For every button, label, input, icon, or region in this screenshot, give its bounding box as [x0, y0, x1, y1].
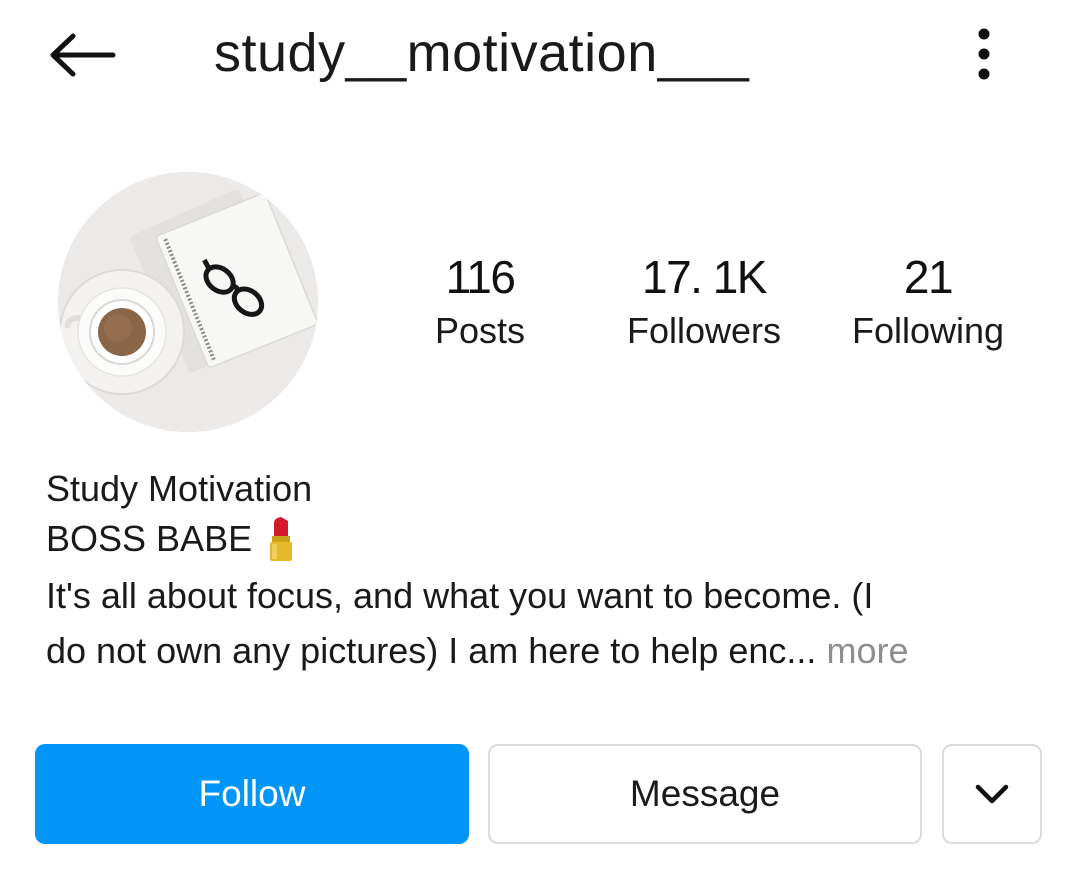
bio-tagline: BOSS BABE — [46, 518, 253, 559]
stat-followers-label: Followers — [626, 310, 782, 351]
vertical-dots-icon — [978, 28, 990, 80]
suggested-dropdown-button[interactable] — [942, 744, 1042, 844]
top-bar: study__motivation___ — [0, 0, 1078, 110]
chevron-down-icon — [975, 784, 1009, 804]
profile-avatar[interactable] — [58, 172, 318, 432]
bio-description-line1: It's all about focus, and what you want … — [46, 575, 874, 616]
stat-following-label: Following — [851, 310, 1005, 351]
bio-display-name: Study Motivation — [46, 468, 313, 509]
lipstick-icon — [270, 517, 293, 561]
stat-followers[interactable]: 17. 1K Followers — [606, 248, 802, 356]
options-button[interactable] — [958, 20, 1010, 88]
bio-more-link[interactable]: more — [826, 630, 908, 671]
profile-bio: Study Motivation BOSS BABE It's all abou… — [46, 464, 1036, 678]
arrow-left-icon — [50, 33, 116, 77]
follow-button[interactable]: Follow — [35, 744, 469, 844]
message-button[interactable]: Message — [488, 744, 922, 844]
stat-posts-label: Posts — [434, 310, 526, 351]
bio-description: It's all about focus, and what you want … — [46, 568, 1036, 678]
stat-followers-value: 17. 1K — [642, 251, 768, 303]
profile-username: study__motivation___ — [214, 23, 750, 83]
back-button[interactable] — [42, 22, 122, 88]
bio-tagline-row: BOSS BABE — [46, 514, 1036, 564]
bio-description-line2: do not own any pictures) I am here to he… — [46, 630, 817, 671]
stat-posts[interactable]: 116 Posts — [420, 248, 540, 356]
stat-following[interactable]: 21 Following — [836, 248, 1020, 356]
stat-posts-value: 116 — [445, 251, 516, 303]
stat-following-value: 21 — [903, 251, 954, 303]
bio-description-line2-row: do not own any pictures) I am here to he… — [46, 623, 1036, 678]
avatar-photo — [58, 172, 318, 432]
